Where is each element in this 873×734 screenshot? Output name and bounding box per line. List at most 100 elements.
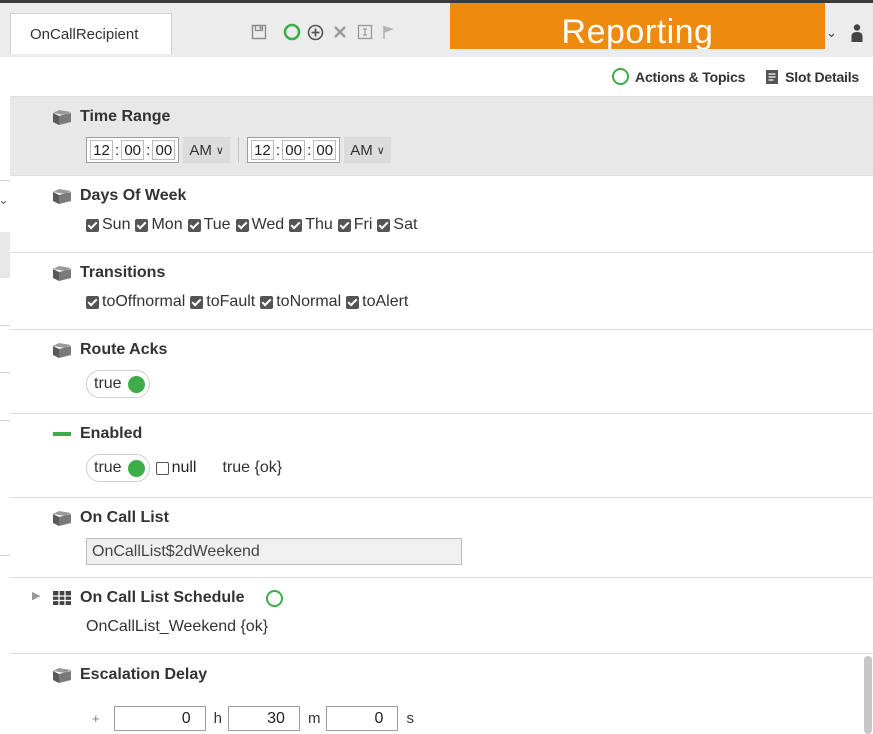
day-label: Wed — [251, 216, 285, 233]
transition-label: toOffnormal — [102, 293, 186, 310]
end-hour-input[interactable]: 12 — [250, 140, 274, 160]
slot-header: Route Acks — [52, 330, 873, 370]
slot-time-range: Time Range 12: 00: 00 AM ∨ 12: 00: 00 AM… — [10, 97, 873, 176]
actions-topics-label: Actions & Topics — [635, 68, 746, 85]
checkbox-fri[interactable]: Fri — [337, 216, 373, 234]
on-call-list-schedule-value: OnCallList_Weekend {ok} — [86, 618, 269, 635]
transition-label: toFault — [206, 293, 256, 310]
route-acks-toggle[interactable]: true — [86, 370, 150, 398]
flag-icon[interactable] — [380, 23, 398, 41]
property-sheet: Actions & Topics Slot Details Time Range… — [10, 57, 873, 734]
time-range-editor: 12: 00: 00 AM ∨ 12: 00: 00 AM ∨ — [52, 137, 873, 163]
slot-header: Transitions — [52, 253, 873, 293]
cube-icon — [53, 110, 71, 125]
green-ring-icon[interactable] — [266, 589, 284, 607]
user-icon[interactable] — [850, 23, 864, 47]
enabled-status: true {ok} — [222, 459, 283, 476]
checkbox-sat[interactable]: Sat — [377, 216, 417, 234]
background-divider — [0, 372, 10, 373]
day-label: Sun — [102, 216, 131, 233]
actions-topics-link[interactable]: Actions & Topics — [612, 68, 745, 85]
slot-on-call-list: On Call List OnCallList$2dWeekend — [10, 498, 873, 578]
refresh-circle-icon[interactable] — [283, 23, 301, 41]
document-icon — [766, 69, 779, 84]
view-selector-chevron-icon[interactable]: ⌄ — [826, 25, 837, 41]
checkbox-to-offnormal[interactable]: toOffnormal — [86, 293, 185, 311]
minutes-input[interactable]: 30 — [227, 706, 300, 731]
checkbox-sun[interactable]: Sun — [86, 216, 130, 234]
enabled-value: true — [94, 459, 122, 476]
checkbox-thu[interactable]: Thu — [289, 216, 333, 234]
enabled-toggle[interactable]: true — [86, 454, 150, 482]
minutes-unit: m — [307, 710, 321, 727]
end-ampm-select[interactable]: AM ∨ — [344, 137, 391, 163]
route-acks-editor: true — [52, 370, 873, 398]
slot-details-link[interactable]: Slot Details — [765, 69, 859, 85]
cube-icon — [53, 668, 71, 683]
checkbox-checked-icon — [187, 218, 201, 232]
checkbox-tue[interactable]: Tue — [187, 216, 231, 234]
green-dot-icon — [127, 375, 145, 393]
background-divider — [0, 180, 10, 181]
seconds-input[interactable]: 0 — [326, 706, 399, 731]
background-chevron-icon: ⌄ — [0, 192, 9, 207]
reporting-banner-text: Reporting — [561, 13, 714, 49]
checkbox-checked-icon — [86, 218, 99, 232]
start-second-input[interactable]: 00 — [152, 140, 176, 160]
save-icon[interactable] — [250, 23, 268, 41]
tab-oncallrecipient[interactable]: OnCallRecipient — [10, 13, 172, 54]
checkbox-to-fault[interactable]: toFault — [190, 293, 255, 311]
expand-triangle-icon[interactable]: ▶ — [32, 589, 40, 602]
slot-details-label: Slot Details — [785, 68, 859, 85]
escalation-delay-editor: + 0 h 30 m 0 s — [52, 706, 873, 731]
end-time-field: 12: 00: 00 — [246, 137, 341, 163]
tab-title: OnCallRecipient — [30, 25, 139, 43]
day-label: Tue — [203, 216, 231, 233]
background-divider — [0, 325, 10, 326]
background-row — [0, 232, 10, 278]
day-label: Mon — [151, 216, 183, 233]
end-ampm-value: AM — [350, 141, 373, 159]
hours-input[interactable]: 0 — [113, 706, 206, 731]
rename-icon[interactable] — [356, 23, 374, 41]
checkbox-wed[interactable]: Wed — [235, 216, 285, 234]
end-minute-input[interactable]: 00 — [282, 140, 306, 160]
start-ampm-select[interactable]: AM ∨ — [183, 137, 230, 163]
delete-x-icon[interactable] — [331, 23, 349, 41]
start-minute-input[interactable]: 00 — [121, 140, 145, 160]
vertical-scrollbar-thumb[interactable] — [864, 656, 872, 734]
on-call-list-label: On Call List — [80, 509, 169, 526]
slot-header: On Call List — [52, 498, 873, 538]
checkbox-checked-icon — [346, 295, 360, 309]
start-hour-input[interactable]: 12 — [90, 140, 113, 160]
background-page-edge — [0, 0, 10, 734]
on-call-list-field[interactable]: OnCallList$2dWeekend — [86, 538, 462, 565]
enabled-editor: true null true {ok} — [52, 454, 873, 482]
null-checkbox[interactable]: null — [155, 459, 196, 477]
chevron-down-icon: ∨ — [376, 144, 385, 157]
transitions-label: Transitions — [80, 264, 166, 281]
transitions-checklist: toOffnormal toFault toNormal toAlert — [52, 293, 873, 311]
checkbox-checked-icon — [337, 218, 351, 232]
checkbox-checked-icon — [190, 295, 204, 309]
checkbox-to-normal[interactable]: toNormal — [260, 293, 341, 311]
escalation-delay-label: Escalation Delay — [80, 666, 208, 683]
cube-icon — [53, 343, 71, 358]
add-circle-icon[interactable] — [306, 23, 324, 41]
enabled-label: Enabled — [80, 425, 143, 442]
background-divider — [0, 555, 10, 556]
day-label: Thu — [305, 216, 333, 233]
seconds-unit: s — [406, 710, 414, 727]
slot-header: ▶ On Call List Schedule — [32, 578, 873, 618]
end-second-input[interactable]: 00 — [313, 140, 337, 160]
days-checklist: Sun Mon Tue Wed Thu Fri Sat — [52, 216, 873, 234]
sign-indicator[interactable]: + — [92, 711, 100, 726]
checkbox-to-alert[interactable]: toAlert — [346, 293, 408, 311]
day-label: Fri — [353, 216, 373, 233]
start-time-field: 12: 00: 00 — [86, 137, 180, 163]
checkbox-checked-icon — [377, 218, 391, 232]
slot-transitions: Transitions toOffnormal toFault toNormal… — [10, 253, 873, 330]
actions-bar: Actions & Topics Slot Details — [10, 57, 873, 97]
checkbox-mon[interactable]: Mon — [135, 216, 183, 234]
chevron-down-icon: ∨ — [215, 144, 224, 157]
